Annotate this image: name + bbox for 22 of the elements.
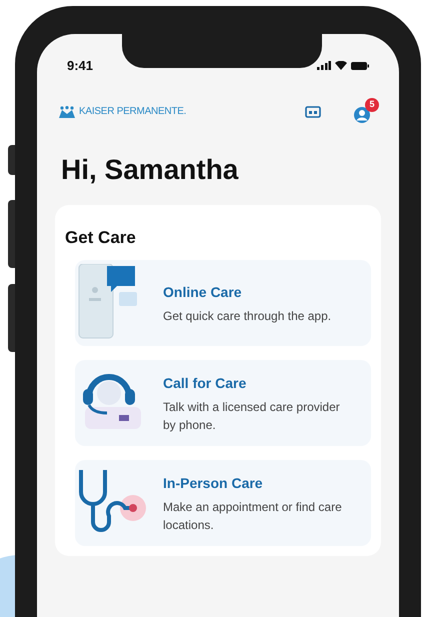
greeting-heading: Hi, Samantha [60,152,240,186]
section-title: Get Care [65,226,137,248]
care-option[interactable]: Online Care Get quick care through the app. [75,260,371,346]
care-option-title: Online Care [163,282,243,302]
care-option-title: Call for Care [163,374,248,392]
care-option-description: Make an appointment or find care locations. [163,498,343,534]
care-option[interactable]: In-Person Care Make an appointment or find care locations. [75,460,371,546]
battery-icon [351,62,369,70]
wifi-icon [335,61,347,70]
people-logo-icon [59,106,75,118]
status-time: 9:41 [67,57,94,75]
id-card-button[interactable] [303,104,323,120]
care-option[interactable]: Call for Care Talk with a licensed care provider by phone. [75,360,371,446]
notification-badge: 5 [365,98,379,112]
profile-icon [353,106,371,124]
id-card-icon [305,106,321,118]
care-option-description: Talk with a licensed care provider by phone. [163,398,341,434]
profile-button[interactable]: 5 [351,98,379,126]
brand-logo-text: KAISER PERMANENTE. [79,105,186,119]
care-option-description: Get quick care through the app. [163,308,332,324]
signal-icon [317,61,331,70]
care-option-title: In-Person Care [163,474,264,492]
